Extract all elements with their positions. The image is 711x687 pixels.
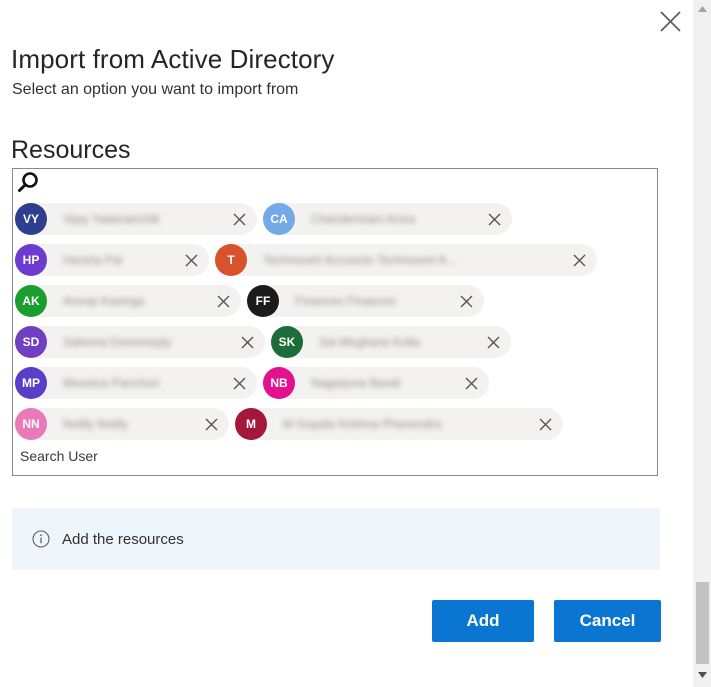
avatar: SD — [15, 326, 47, 358]
info-bar: Add the resources — [12, 508, 660, 570]
remove-icon — [241, 336, 253, 348]
selected-users-list: VY Vijay Yalamanchili CA Chandermani Arora H… — [15, 203, 655, 449]
remove-icon — [217, 295, 229, 307]
avatar: MP — [15, 367, 47, 399]
remove-chip-button[interactable] — [201, 414, 221, 434]
remove-icon — [487, 336, 499, 348]
chip-name: Chandermani Arora — [311, 212, 416, 226]
remove-icon — [573, 254, 585, 266]
chip-name: Technovert Accounts Technovert A... — [263, 253, 457, 267]
user-chip[interactable]: CA Chandermani Arora — [263, 203, 512, 235]
remove-icon — [488, 213, 500, 225]
remove-chip-button[interactable] — [461, 373, 481, 393]
remove-chip-button[interactable] — [229, 209, 249, 229]
cancel-button[interactable]: Cancel — [554, 600, 661, 642]
chevron-up-icon — [697, 6, 707, 12]
user-chip[interactable]: M M Gopala Krishna Phanendra — [235, 408, 563, 440]
chevron-down-icon — [697, 672, 707, 678]
close-icon — [660, 11, 681, 32]
user-chip[interactable]: NN Notify Notify — [15, 408, 229, 440]
scrollbar[interactable] — [693, 0, 711, 687]
chip-row: AK Anoop Kasinga FF Finances Finances — [15, 285, 655, 317]
remove-chip-button[interactable] — [181, 250, 201, 270]
remove-icon — [233, 377, 245, 389]
chip-name: Anoop Kasinga — [63, 294, 145, 308]
chip-name: Vijay Yalamanchili — [63, 212, 160, 226]
scroll-up-arrow[interactable] — [693, 2, 711, 16]
remove-chip-button[interactable] — [229, 373, 249, 393]
user-chip[interactable]: NB Nagarjuna Bandi — [263, 367, 489, 399]
search-user-input[interactable] — [20, 448, 320, 464]
info-icon — [32, 530, 50, 548]
remove-chip-button[interactable] — [569, 250, 589, 270]
resources-picker[interactable]: VY Vijay Yalamanchili CA Chandermani Arora H… — [12, 168, 658, 476]
dialog-title: Import from Active Directory — [11, 44, 335, 74]
remove-icon — [185, 254, 197, 266]
chip-name: Nagarjuna Bandi — [311, 376, 401, 390]
avatar: VY — [15, 203, 47, 235]
chip-row: HP Harsha Pai T Technovert Accounts Technov… — [15, 244, 655, 276]
avatar: M — [235, 408, 267, 440]
chip-row: VY Vijay Yalamanchili CA Chandermani Arora — [15, 203, 655, 235]
user-chip[interactable]: AK Anoop Kasinga — [15, 285, 241, 317]
chip-row: MP Mounica Panchuri NB Nagarjuna Bandi — [15, 367, 655, 399]
user-chip[interactable]: T Technovert Accounts Technovert A... — [215, 244, 597, 276]
avatar: SK — [271, 326, 303, 358]
avatar: NB — [263, 367, 295, 399]
chip-name: Finances Finances — [295, 294, 396, 308]
chip-name: Harsha Pai — [63, 253, 123, 267]
remove-icon — [465, 377, 477, 389]
user-chip[interactable]: HP Harsha Pai — [15, 244, 209, 276]
remove-chip-button[interactable] — [456, 291, 476, 311]
remove-icon — [233, 213, 245, 225]
scroll-down-arrow[interactable] — [693, 668, 711, 682]
dialog-subtitle: Select an option you want to import from — [12, 81, 299, 98]
chip-name: Mounica Panchuri — [63, 376, 160, 390]
chip-row: SD Saleena Donomeply SK Sai Meghana Kolla — [15, 326, 655, 358]
avatar: AK — [15, 285, 47, 317]
avatar: FF — [247, 285, 279, 317]
chip-row: NN Notify Notify M M Gopala Krishna Phanend… — [15, 408, 655, 440]
avatar: HP — [15, 244, 47, 276]
close-button[interactable] — [654, 6, 686, 38]
remove-chip-button[interactable] — [483, 332, 503, 352]
avatar: CA — [263, 203, 295, 235]
remove-chip-button[interactable] — [484, 209, 504, 229]
remove-chip-button[interactable] — [237, 332, 257, 352]
avatar: T — [215, 244, 247, 276]
search-icon — [18, 172, 38, 192]
remove-icon — [539, 418, 551, 430]
scroll-thumb[interactable] — [696, 582, 709, 664]
add-button[interactable]: Add — [432, 600, 534, 642]
chip-name: M Gopala Krishna Phanendra — [283, 417, 442, 431]
avatar: NN — [15, 408, 47, 440]
user-chip[interactable]: FF Finances Finances — [247, 285, 484, 317]
resources-label: Resources — [11, 136, 131, 164]
user-chip[interactable]: SD Saleena Donomeply — [15, 326, 265, 358]
remove-chip-button[interactable] — [535, 414, 555, 434]
remove-chip-button[interactable] — [213, 291, 233, 311]
chip-name: Sai Meghana Kolla — [319, 335, 420, 349]
info-text: Add the resources — [62, 530, 184, 548]
chip-name: Saleena Donomeply — [63, 335, 172, 349]
remove-icon — [460, 295, 472, 307]
user-chip[interactable]: MP Mounica Panchuri — [15, 367, 257, 399]
user-chip[interactable]: SK Sai Meghana Kolla — [271, 326, 511, 358]
remove-icon — [205, 418, 217, 430]
chip-name: Notify Notify — [63, 417, 128, 431]
user-chip[interactable]: VY Vijay Yalamanchili — [15, 203, 257, 235]
